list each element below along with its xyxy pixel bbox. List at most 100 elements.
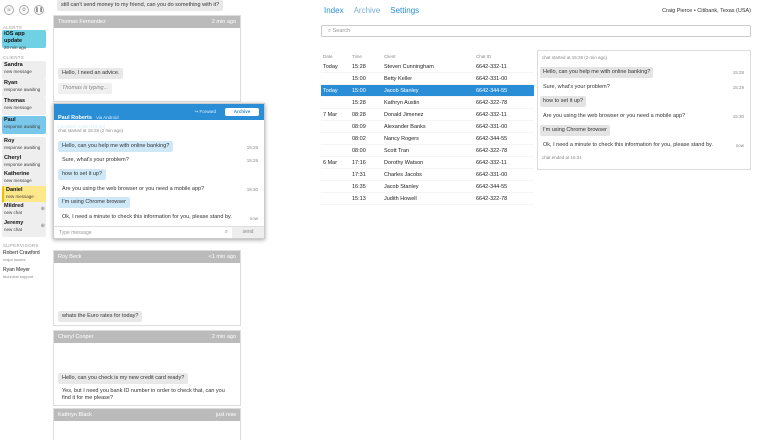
sidebar-top-icons: ☏ ⚙ ❚❚ <box>4 5 44 15</box>
top-nav: Index Archive Settings <box>324 6 419 15</box>
cell-client: Scott Tran <box>384 147 410 154</box>
cell-time: 15:13 <box>352 195 366 202</box>
sidebar-item-mildred[interactable]: Mildred new chat ⊕ <box>2 202 46 220</box>
sidebar-item-thomas[interactable]: Thomas new message <box>2 97 46 115</box>
sidebar-item-jeremy[interactable]: Jeremy new chat ⊕ <box>2 219 46 237</box>
chat-card-kathryn[interactable]: Kathryn Black just now <box>53 408 241 440</box>
forward-label: Forward <box>199 109 216 114</box>
supervisors-label: SUPERVISORS <box>3 243 39 248</box>
col-chat-id: Chat ID <box>476 54 492 59</box>
client-name: Daniel <box>6 187 23 193</box>
tab-archive[interactable]: Archive <box>354 6 381 15</box>
chat-card-name: Roy Beck <box>58 254 82 260</box>
attach-icon[interactable]: ⌕ <box>225 229 228 236</box>
table-body: Today 15:28 Steven Cunningham 6642-332-11 15… <box>321 61 534 205</box>
table-row[interactable]: 08:00 Scott Tran 6642-322-78 <box>321 145 534 157</box>
message-input[interactable]: Type message <box>59 230 92 236</box>
supervisor-role: major issues <box>3 256 26 262</box>
cell-time: 17:16 <box>352 159 366 166</box>
client-name: Katherine <box>4 171 30 177</box>
chat-card-time: 2 min ago <box>211 19 236 25</box>
client-status: new message <box>6 194 34 199</box>
message-time: now <box>249 216 258 221</box>
cell-chat-id: 6642-331-00 <box>476 171 508 178</box>
message-time: 15:28 <box>246 145 258 150</box>
chat-card-name: Kathryn Black <box>58 412 92 418</box>
sidebar-item-roy[interactable]: Roy response awaiting <box>2 137 46 155</box>
cell-time: 15:28 <box>352 99 366 106</box>
table-row[interactable]: Today 15:28 Steven Cunningham 6642-332-11 <box>321 61 534 73</box>
alert-item[interactable]: iOS app update 20 min ago <box>2 30 46 50</box>
forward-button[interactable]: ↪ Forward <box>194 109 216 115</box>
chat-card-time: just now <box>215 412 236 418</box>
typing-indicator: Thomas is typing... <box>58 83 113 94</box>
cell-client: Charles Jacobs <box>384 171 422 178</box>
pause-icon[interactable]: ❚❚ <box>34 5 44 15</box>
user-info[interactable]: Craig Pierce • Citibank, Texas (USA) <box>662 8 751 14</box>
active-chat-window: Paul Roberts via Android Location: Austi… <box>53 103 265 239</box>
sidebar-item-paul[interactable]: Paul response awaiting <box>2 116 46 134</box>
client-status: response awaiting <box>4 145 41 150</box>
settings-icon[interactable]: ⚙ <box>19 5 29 15</box>
clients-label: CLIENTS <box>3 55 25 60</box>
cell-client: Donald Jimenez <box>384 111 424 118</box>
table-row[interactable]: 17:31 Charles Jacobs 6642-331-00 <box>321 169 534 181</box>
client-status: response awaiting <box>4 124 41 129</box>
chat-message: Are you using the web browser or you nee… <box>58 184 209 195</box>
chat-card-time: <1 min ago <box>208 254 236 260</box>
cell-chat-id: 6642-344-55 <box>476 183 508 190</box>
message-time: 15:29 <box>732 85 744 90</box>
supervisor-name: Ryan Meyer <box>3 267 30 273</box>
client-name: Mildred <box>4 203 24 209</box>
chat-message: Yes, but I need you bank ID number in or… <box>58 386 229 404</box>
cell-date: 7 Mar <box>323 111 338 118</box>
cell-time: 15:00 <box>352 75 366 82</box>
chat-card-cheryl[interactable]: Cheryl Cooper 2 min ago Hello, can you ch… <box>53 330 241 406</box>
table-row[interactable]: 16:35 Jacob Stanley 6642-344-55 <box>321 181 534 193</box>
chat-card-header: Roy Beck <1 min ago <box>54 251 240 263</box>
supervisor-item[interactable]: Robert Crawford major issues <box>3 250 40 262</box>
app-root: ☏ ⚙ ❚❚ ALERTS iOS app update 20 min ago … <box>0 0 782 440</box>
client-status: response awaiting <box>4 162 41 167</box>
archive-button[interactable]: Archive <box>225 108 259 116</box>
chat-message: Ok, I need a minute to check this inform… <box>543 142 713 148</box>
message-time: 15:30 <box>732 114 744 119</box>
table-row[interactable]: 08:02 Nancy Rogers 6642-344-55 <box>321 133 534 145</box>
table-row[interactable]: 6 Mar 17:16 Dorothy Watson 6642-332-11 <box>321 157 534 169</box>
table-row[interactable]: 7 Mar 08:28 Donald Jimenez 6642-332-11 <box>321 109 534 121</box>
client-name: Ryan <box>4 80 18 86</box>
cell-time: 17:31 <box>352 171 366 178</box>
table-row[interactable]: 15:13 Judith Howell 6642-322-78 <box>321 193 534 205</box>
table-row[interactable]: 15:00 Betty Keller 6642-331-00 <box>321 73 534 85</box>
table-row[interactable]: 15:28 Kathryn Austin 6642-322-78 <box>321 97 534 109</box>
search-input[interactable]: ⌕ Search <box>321 25 751 37</box>
cell-client: Dorothy Watson <box>384 159 424 166</box>
col-date: Date <box>323 54 333 59</box>
client-status: new chat <box>4 210 23 215</box>
client-status: response awaiting <box>4 87 41 92</box>
cell-time: 08:02 <box>352 135 366 142</box>
sidebar: ☏ ⚙ ❚❚ ALERTS iOS app update 20 min ago … <box>0 0 50 440</box>
chat-card-roy[interactable]: Roy Beck <1 min ago whats the Euro rates … <box>53 250 241 326</box>
col-client: Client <box>384 54 396 59</box>
chat-message-line: find it for me please? <box>62 395 114 401</box>
cell-client: Judith Howell <box>384 195 417 202</box>
chat-card-thomas[interactable]: Thomas Fernandez 2 min ago Hello, I need … <box>53 15 241 102</box>
client-status: new message <box>4 105 32 110</box>
chat-card-header: Cheryl Cooper 2 min ago <box>54 331 240 343</box>
sidebar-item-ryan[interactable]: Ryan response awaiting <box>2 79 46 97</box>
send-button[interactable]: send <box>232 227 264 238</box>
tab-index[interactable]: Index <box>324 6 344 15</box>
supervisor-item[interactable]: Ryan Meyer technical support <box>3 267 33 279</box>
sidebar-item-sandra[interactable]: Sandra new message <box>2 61 46 79</box>
table-row[interactable]: Today 15:00 Jacob Stanley 6642-344-55 <box>321 85 534 97</box>
tab-settings[interactable]: Settings <box>390 6 419 15</box>
chat-message: Hello, can you help me with online banki… <box>58 141 174 152</box>
chat-message: I'm using Chrome browser <box>58 197 131 208</box>
message-time: 15:29 <box>246 158 258 163</box>
phone-icon[interactable]: ☏ <box>4 5 14 15</box>
table-row[interactable]: 08:09 Alexander Banks 6642-331-00 <box>321 121 534 133</box>
cell-chat-id: 6642-344-55 <box>476 87 508 94</box>
cell-chat-id: 6642-322-78 <box>476 99 508 106</box>
cell-client: Betty Keller <box>384 75 413 82</box>
